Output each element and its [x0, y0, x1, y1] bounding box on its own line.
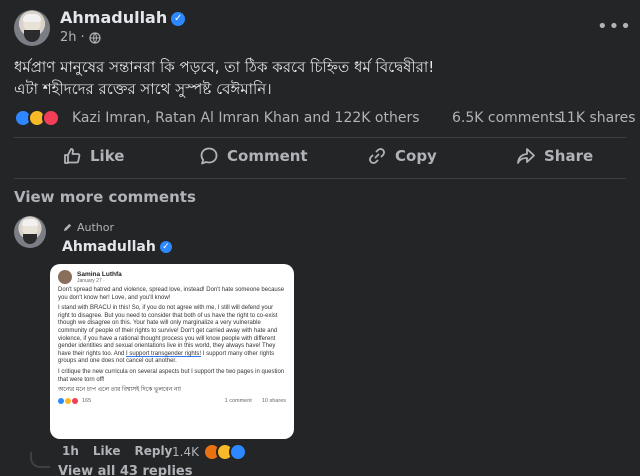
comment-reaction-icons: [202, 443, 249, 461]
post-author-name[interactable]: Ahmadullah: [60, 8, 167, 27]
like-button[interactable]: Like: [62, 146, 124, 166]
post-text-line1: ধর্মপ্রাণ মানুষের সন্তানরা কি পড়বে, তা …: [14, 58, 435, 76]
embedded-shares: 10 shares: [261, 397, 286, 404]
reactions-summary[interactable]: Kazi Imran, Ratan Al Imran Khan and 122K…: [72, 110, 420, 126]
post-text-line2: এটা শহীদদের রক্তের সাথে সুস্পষ্ট বেঈমানি…: [14, 80, 272, 98]
comment-label: Comment: [227, 147, 308, 165]
share-icon: [517, 148, 535, 164]
avatar-beard: [23, 234, 37, 244]
embedded-paragraph-3: I critique the new curricula on several …: [58, 368, 285, 383]
embedded-react-count: 165: [82, 397, 92, 404]
embedded-header: Samina Luthfa January 27 ·: [50, 264, 294, 287]
embedded-highlight: I support transgender rights!: [126, 350, 202, 357]
reaction-icons[interactable]: [14, 109, 64, 129]
post-author-row: Ahmadullah ✓: [60, 8, 186, 27]
comment-reactions[interactable]: 1.4K: [172, 443, 249, 461]
embedded-avatar: [58, 270, 72, 284]
more-icon[interactable]: •••: [597, 16, 632, 37]
embedded-paragraph-4: অন্যের মনে চাপ এলে তার বিশ্বাসই দিকে ভুল…: [58, 387, 181, 394]
comment-author-avatar[interactable]: [14, 216, 46, 248]
embedded-sad-icon: [65, 397, 71, 404]
avatar-cap: [22, 219, 38, 226]
love-reaction-icon: [42, 109, 60, 127]
comment-button[interactable]: Comment: [199, 146, 308, 166]
comment-time[interactable]: 1h: [62, 444, 79, 458]
copy-icon: [369, 148, 385, 164]
author-badge-label: Author: [77, 221, 115, 234]
comments-count[interactable]: 6.5K comments: [452, 110, 562, 126]
pencil-icon: [63, 223, 72, 232]
embedded-footer: 165 1 comment 10 shares: [50, 397, 294, 404]
post-author-avatar[interactable]: [14, 10, 50, 46]
comment-like-button[interactable]: Like: [93, 444, 121, 458]
post-text: ধর্মপ্রাণ মানুষের সন্তানরা কি পড়বে, তা …: [14, 56, 626, 100]
comment-image[interactable]: Samina Luthfa January 27 · Don't spread …: [50, 264, 294, 439]
like-label: Like: [90, 147, 125, 165]
post-meta: 2h ·: [60, 30, 101, 45]
embedded-like-icon: [58, 397, 64, 404]
embedded-comments: 1 comment: [224, 397, 252, 404]
share-label: Share: [544, 147, 594, 165]
copy-label: Copy: [395, 147, 437, 165]
divider: [14, 137, 626, 138]
embedded-love-icon: [72, 397, 78, 404]
embedded-author: Samina Luthfa: [77, 270, 122, 278]
avatar-cap: [23, 14, 41, 22]
copy-button[interactable]: Copy: [367, 146, 437, 166]
view-more-comments-link[interactable]: View more comments: [14, 188, 196, 206]
comment-reply-button[interactable]: Reply: [134, 444, 172, 458]
like-icon: [64, 148, 81, 164]
divider: [14, 178, 626, 179]
like-reaction-icon: [228, 443, 247, 461]
embedded-date: January 27 ·: [77, 277, 105, 284]
author-badge: Author: [62, 221, 114, 234]
comment-actions: 1h Like Reply: [62, 444, 172, 458]
comment-author-row: Ahmadullah ✓: [62, 236, 172, 255]
verified-icon: ✓: [159, 240, 172, 253]
view-replies-link[interactable]: View all 43 replies: [58, 464, 192, 476]
comment-reactions-count: 1.4K: [172, 445, 199, 459]
comment-icon: [200, 147, 218, 165]
embedded-paragraph-1: Don't spread hatred and violence, spread…: [58, 287, 285, 301]
verified-icon: ✓: [171, 11, 186, 26]
avatar-beard: [24, 30, 40, 42]
comment-author-name[interactable]: Ahmadullah: [62, 239, 156, 255]
share-button[interactable]: Share: [516, 146, 593, 166]
post-time[interactable]: 2h: [60, 30, 77, 45]
embedded-paragraph-2: I stand with BRACU in this! So, if you d…: [58, 305, 278, 365]
embedded-body: Don't spread hatred and violence, spread…: [50, 287, 294, 395]
shares-count[interactable]: 11K shares: [558, 110, 636, 126]
globe-icon: [89, 31, 101, 44]
reply-thread-line: [30, 452, 50, 468]
